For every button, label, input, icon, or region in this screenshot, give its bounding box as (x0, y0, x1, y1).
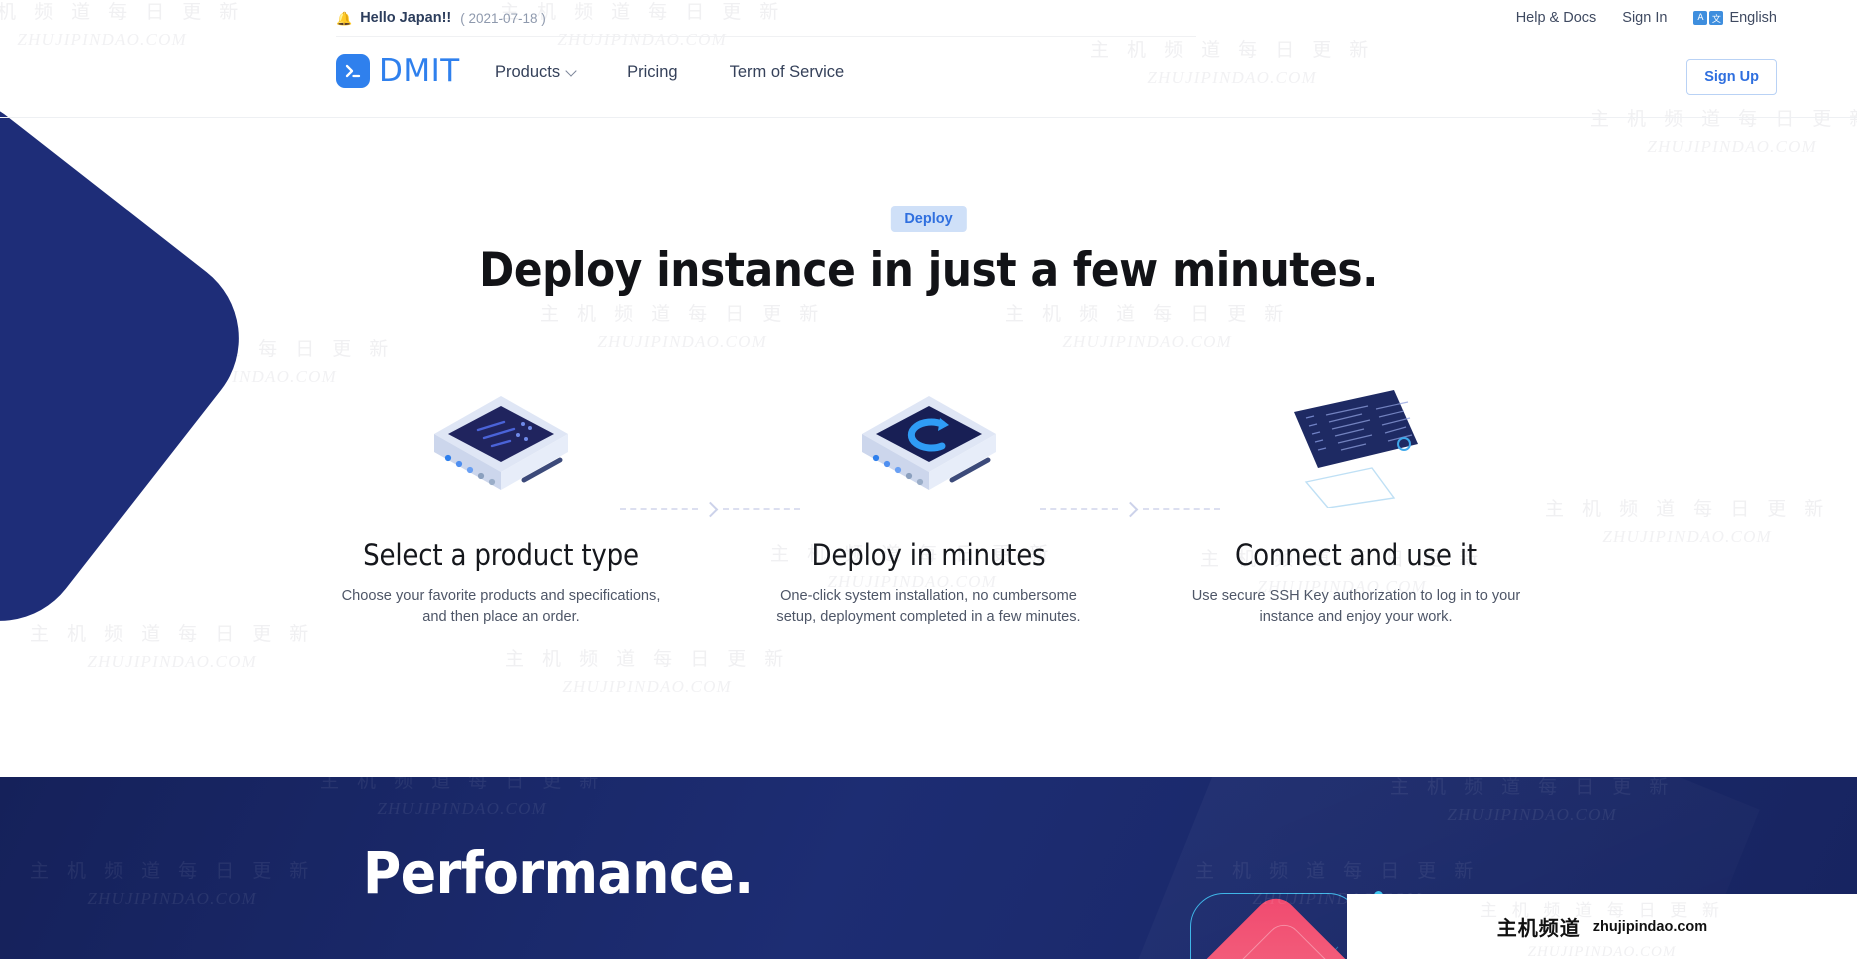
translate-icon-letter-a: A (1693, 11, 1708, 25)
watermark-ghost-en: ZHUJIPINDAO.COM (1527, 944, 1677, 959)
translate-icon-letter-cjk: 文 (1709, 11, 1724, 25)
watermark-badge-cn: 主机频道 (1496, 916, 1581, 940)
terminal-screen-icon (1179, 382, 1534, 512)
main-navigation: Products Pricing Term of Service (495, 63, 844, 82)
watermark-badge-en: zhujipindao.com (1592, 918, 1708, 935)
step-card-description: One-click system installation, no cumber… (776, 588, 1081, 626)
step-card-title: Connect and use it (1235, 538, 1477, 572)
page-title: Deploy instance in just a few minutes. (479, 243, 1378, 298)
nav-products-label: Products (495, 63, 561, 81)
server-deploy-refresh-icon (751, 382, 1106, 512)
nav-products[interactable]: Products (495, 63, 577, 82)
help-and-docs-link[interactable]: Help & Docs (1516, 10, 1597, 26)
terminal-prompt-icon (336, 54, 370, 88)
step-card: Connect and use it Use secure SSH Key au… (1179, 382, 1534, 629)
step-card-title: Deploy in minutes (811, 538, 1046, 572)
step-card-description: Use secure SSH Key authorization to log … (1191, 588, 1521, 626)
translate-icon: A 文 (1693, 11, 1724, 25)
nav-pricing-label: Pricing (627, 63, 678, 81)
site-header: DMIT Products Pricing Term of Service Si… (0, 37, 1857, 117)
announcement-content[interactable]: 🔔 Hello Japan!! ( 2021-07-18 ) (336, 0, 546, 36)
brand-name: DMIT (379, 53, 460, 89)
step-card: Deploy in minutes One-click system insta… (751, 382, 1106, 629)
language-switcher[interactable]: A 文 English (1693, 10, 1777, 26)
step-card-description: Choose your favorite products and specif… (341, 588, 661, 626)
deploy-badge: Deploy (890, 206, 967, 232)
bell-icon: 🔔 (336, 10, 353, 26)
language-label: English (1729, 10, 1777, 26)
page-root: 主 机 频 道 每 日 更 新 ZHUJIPINDAO.COM 主 机 频 道 … (0, 0, 1857, 959)
announcement-title: Hello Japan!! (360, 10, 452, 26)
top-utility-nav: Help & Docs Sign In A 文 English (1516, 0, 1777, 36)
steps-card-list: Select a product type Choose your favori… (324, 382, 1534, 629)
announcement-date: ( 2021-07-18 ) (460, 10, 546, 26)
nav-term-of-service[interactable]: Term of Service (730, 63, 845, 82)
step-card-title: Select a product type (363, 538, 639, 572)
sign-in-link[interactable]: Sign In (1622, 10, 1667, 26)
performance-title: Performance. (363, 839, 754, 907)
server-box-icon (324, 382, 679, 512)
chevron-down-icon (565, 64, 577, 77)
nav-terms-label: Term of Service (729, 63, 845, 81)
step-card: Select a product type Choose your favori… (324, 382, 679, 629)
hero-section: Deploy Deploy instance in just a few min… (0, 117, 1857, 777)
watermark-ghost-cn: 主 机 频 道 每 日 更 新 (1479, 901, 1725, 920)
nav-pricing[interactable]: Pricing (627, 63, 677, 82)
site-watermark-badge: 主 机 频 道 每 日 更 新 主机频道 zhujipindao.com ZHU… (1347, 894, 1857, 959)
header-bottom-border (0, 117, 1857, 118)
sign-up-button[interactable]: Sign Up (1686, 59, 1777, 95)
brand-logo[interactable]: DMIT (336, 53, 460, 89)
